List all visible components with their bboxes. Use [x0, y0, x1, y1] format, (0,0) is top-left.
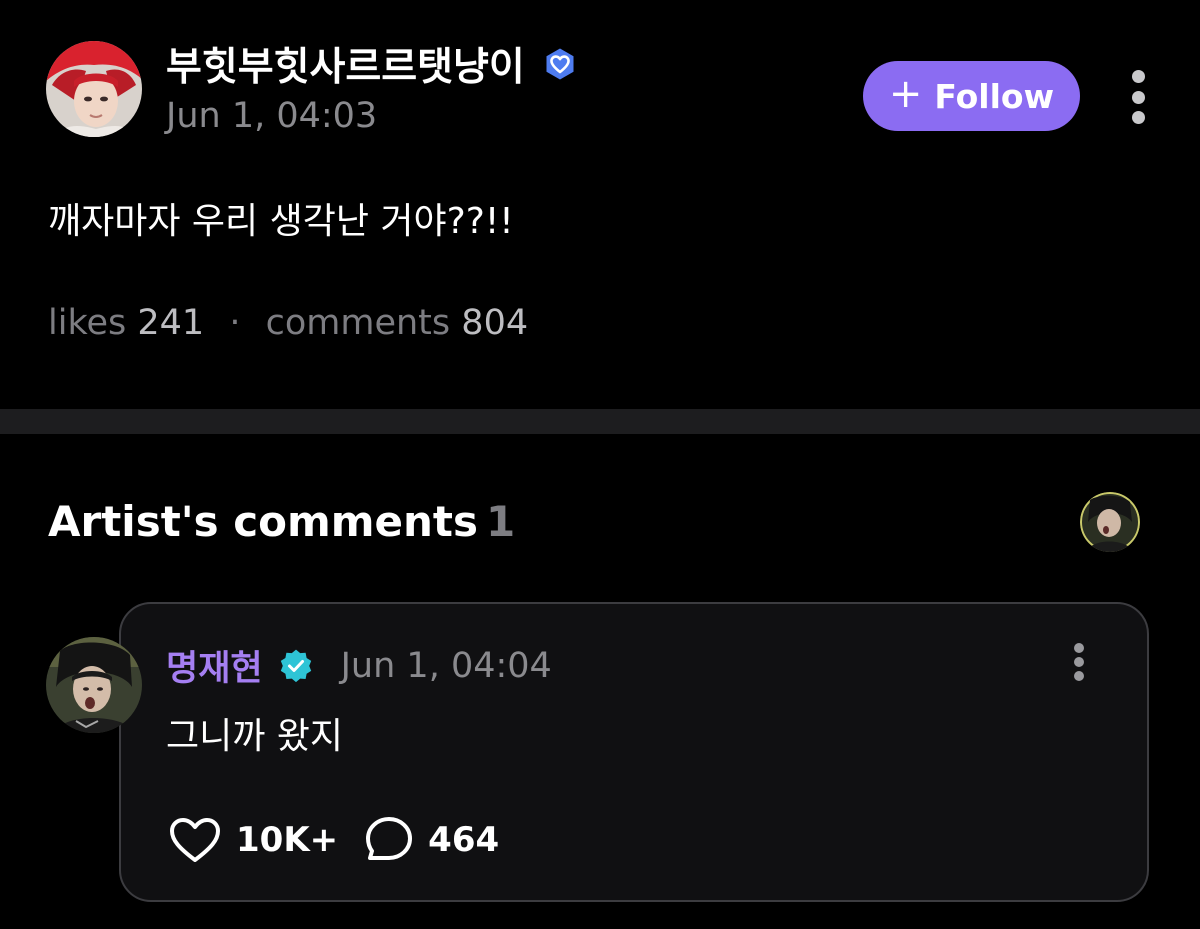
- reply-count: 464: [428, 820, 500, 860]
- plus-icon: +: [888, 71, 923, 117]
- heart-badge-icon: [546, 48, 574, 80]
- comment-author-row: 명재현 Jun 1, 04:04: [166, 640, 552, 691]
- comment-timestamp: Jun 1, 04:04: [340, 645, 552, 686]
- heart-outline-icon: [170, 818, 220, 862]
- speech-bubble-icon: [366, 817, 413, 860]
- verified-check-icon: [280, 649, 311, 682]
- post-timestamp: Jun 1, 04:03: [166, 96, 378, 136]
- artist-comments-title: Artist's comments: [48, 497, 478, 546]
- follow-button[interactable]: + Follow: [863, 61, 1080, 131]
- post-author-row: 부힛부힛사르르탯냥이: [166, 36, 577, 92]
- artist-comments-heading: Artist's comments 1: [48, 497, 515, 546]
- post-body-text: 깨자마자 우리 생각난 거야??!!: [48, 201, 514, 242]
- post-stats: likes 241 · comments 804: [48, 303, 528, 343]
- stats-separator: ·: [229, 303, 241, 343]
- artist-avatar-image: [1080, 492, 1140, 552]
- section-divider: [0, 409, 1200, 434]
- comment-author-avatar-image: [46, 637, 142, 733]
- post-author-avatar[interactable]: [46, 41, 142, 137]
- reply-button[interactable]: 464: [364, 815, 499, 865]
- like-count: 10K+: [236, 820, 339, 860]
- like-button[interactable]: 10K+: [168, 816, 338, 864]
- comments-count[interactable]: 804: [461, 303, 528, 343]
- likes-count[interactable]: 241: [137, 303, 204, 343]
- comment-body-text: 그니까 왔지: [166, 716, 344, 757]
- comment-actions: 10K+ 464: [168, 814, 499, 866]
- comments-label: comments: [265, 303, 451, 343]
- artist-comments-count: 1: [486, 497, 516, 546]
- comment-author-name[interactable]: 명재현: [166, 640, 263, 691]
- more-vertical-icon[interactable]: [1074, 643, 1086, 681]
- likes-label: likes: [48, 303, 127, 343]
- comment-author-avatar[interactable]: [46, 637, 142, 733]
- post-author-name[interactable]: 부힛부힛사르르탯냥이: [166, 36, 525, 92]
- follow-button-label: Follow: [934, 76, 1055, 116]
- artist-avatar[interactable]: [1080, 492, 1140, 552]
- more-vertical-icon[interactable]: [1132, 70, 1146, 124]
- post-author-avatar-image: [46, 41, 142, 137]
